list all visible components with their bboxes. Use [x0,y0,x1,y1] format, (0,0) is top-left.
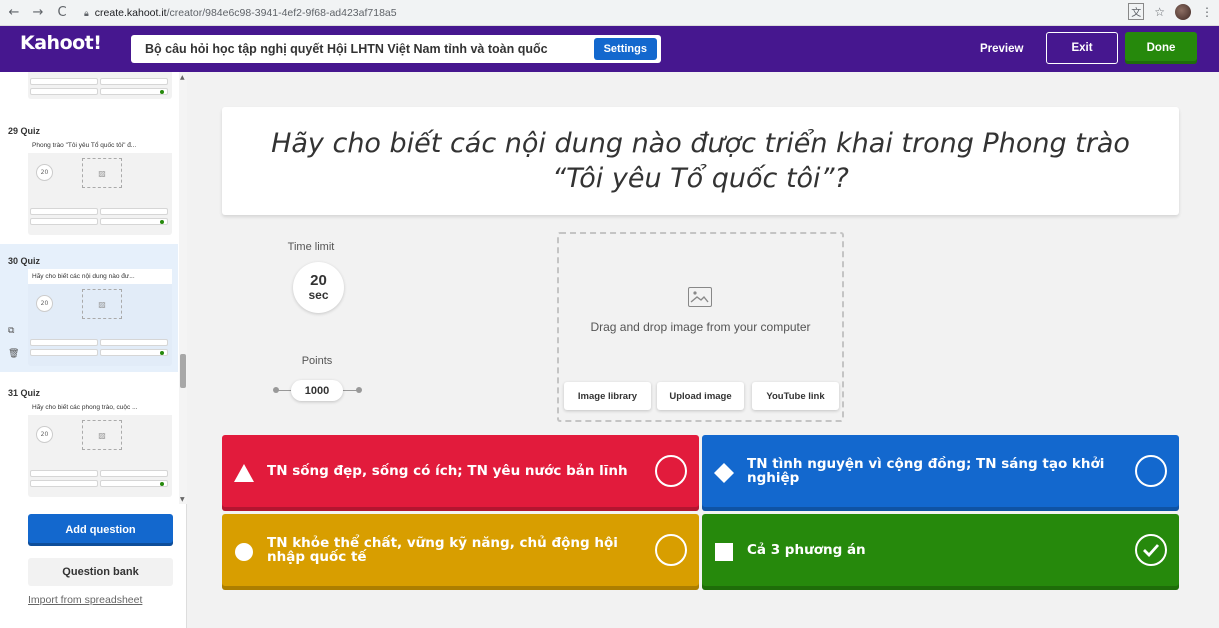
slide-thumbnail: Hãy cho biết các nội dung nào đư... 20 ▨ [28,269,172,366]
kahoot-logo[interactable]: Kahoot! [20,32,102,54]
slide-timer: 20 [36,164,53,181]
time-limit-selector[interactable]: 20 sec [293,262,344,313]
url-path: /creator/984e6c98-3941-4ef2-9f68-ad423af… [166,7,397,19]
editor-header: Kahoot! Bộ câu hỏi học tập nghị quyết Hộ… [0,26,1219,72]
url-host: create.kahoot.it [94,7,167,19]
image-library-button[interactable]: Image library [564,382,651,410]
answer-text: TN khỏe thể chất, vững kỹ năng, chủ động… [267,534,618,565]
answer-text: TN tình nguyện vì cộng đồng; TN sáng tạo… [747,455,1105,486]
media-dropzone[interactable]: Drag and drop image from your computer I… [557,232,844,422]
slide-label: 31 Quiz [8,388,41,398]
points-label: Points [301,355,333,367]
import-spreadsheet-link[interactable]: Import from spreadsheet [28,594,142,606]
square-icon [714,542,734,562]
add-question-button[interactable]: Add question [28,514,173,546]
done-button[interactable]: Done [1125,32,1197,64]
forward-arrow-icon[interactable]: → [28,3,48,23]
more-menu-icon[interactable]: ⋮ [1201,5,1213,19]
reload-icon[interactable]: C [52,3,72,23]
scroll-down-arrow-icon[interactable]: ▼ [180,496,185,503]
kahoot-title: Bộ câu hỏi học tập nghị quyết Hội LHTN V… [145,42,548,56]
diamond-icon [714,463,734,483]
correct-dot-icon [160,351,164,355]
upload-image-button[interactable]: Upload image [657,382,744,410]
slide-timer: 20 [36,295,53,312]
points-slider-max [356,387,362,393]
sidebar-scrollbar[interactable] [179,72,187,504]
sidebar-scrollbar-thumb[interactable] [180,354,186,388]
question-text: Hãy cho biết các nội dung nào được triển… [271,127,1130,194]
points-slider-min [273,387,279,393]
time-limit-value: 20 [310,272,327,289]
media-dropzone-text: Drag and drop image from your computer [590,320,811,334]
answer-text: Cả 3 phương án [747,541,866,558]
trash-icon[interactable]: 🗑︎ [8,349,19,359]
youtube-link-button[interactable]: YouTube link [752,382,839,410]
slide-label: 30 Quiz [8,256,41,266]
slides-list[interactable]: 29 Quiz Phong trào "Tôi yêu Tổ quốc tôi"… [0,72,187,504]
correct-dot-icon [160,90,164,94]
slide-title: Hãy cho biết các phong trào, cuộc ... [28,400,172,415]
correct-toggle[interactable] [655,455,687,487]
slide-item-28[interactable] [0,72,178,108]
correct-toggle[interactable] [1135,455,1167,487]
slide-item-29[interactable]: 29 Quiz Phong trào "Tôi yêu Tổ quốc tôi"… [0,118,178,236]
star-icon[interactable]: ☆ [1154,5,1165,19]
answer-3[interactable]: TN khỏe thể chất, vững kỹ năng, chủ động… [222,514,699,590]
lock-icon: 🔒︎ [84,7,89,18]
slides-sidebar: 29 Quiz Phong trào "Tôi yêu Tổ quốc tôi"… [0,72,187,628]
answer-text: TN sống đẹp, sống có ích; TN yêu nước bả… [267,462,628,479]
correct-check-icon[interactable] [1135,534,1167,566]
question-bank-button[interactable]: Question bank [28,558,173,586]
scroll-up-arrow-icon[interactable]: ▲ [180,74,185,81]
slide-title: Phong trào "Tôi yêu Tổ quốc tôi" đ... [28,138,172,153]
answer-1[interactable]: TN sống đẹp, sống có ích; TN yêu nước bả… [222,435,699,511]
image-placeholder-icon: ▨ [82,420,122,450]
back-arrow-icon[interactable]: ← [4,3,24,23]
address-bar[interactable]: 🔒︎ create.kahoot.it/creator/984e6c98-394… [84,3,1174,23]
exit-button[interactable]: Exit [1046,32,1118,64]
triangle-icon [234,463,254,483]
kahoot-title-field[interactable]: Bộ câu hỏi học tập nghị quyết Hội LHTN V… [131,35,661,63]
correct-toggle[interactable] [655,534,687,566]
browser-toolbar: ← → C 🔒︎ create.kahoot.it/creator/984e6c… [0,0,1219,26]
image-icon [688,287,712,307]
slide-title: Hãy cho biết các nội dung nào đư... [28,269,172,284]
image-placeholder-icon: ▨ [82,289,122,319]
points-selector[interactable]: 1000 [291,380,343,401]
slide-item-30[interactable]: 30 Quiz Hãy cho biết các nội dung nào đư… [0,244,178,372]
slide-thumbnail: Hãy cho biết các phong trào, cuộc ... 20… [28,400,172,497]
slide-timer: 20 [36,426,53,443]
preview-button[interactable]: Preview [970,37,1033,61]
settings-button[interactable]: Settings [593,38,657,60]
question-input[interactable]: Hãy cho biết các nội dung nào được triển… [222,107,1179,215]
time-limit-unit: sec [308,288,329,302]
correct-dot-icon [160,482,164,486]
slide-thumbnail: Phong trào "Tôi yêu Tổ quốc tôi" đ... 20… [28,138,172,235]
duplicate-icon[interactable]: ⧉ [8,326,14,336]
time-limit-label: Time limit [287,241,335,253]
answer-2[interactable]: TN tình nguyện vì cộng đồng; TN sáng tạo… [702,435,1179,511]
avatar[interactable] [1175,3,1191,20]
slide-item-31[interactable]: 31 Quiz Hãy cho biết các phong trào, cuộ… [0,380,178,498]
answer-4[interactable]: Cả 3 phương án [702,514,1179,590]
circle-icon [234,542,254,562]
correct-dot-icon [160,220,164,224]
translate-icon[interactable]: 文 [1128,3,1145,20]
image-placeholder-icon: ▨ [82,158,122,188]
slide-label: 29 Quiz [8,126,41,136]
